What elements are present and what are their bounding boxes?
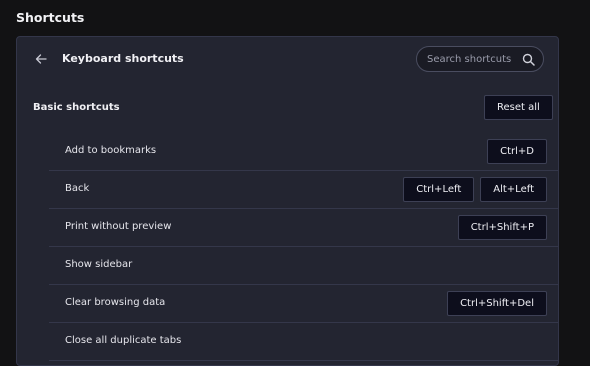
panel-title: Keyboard shortcuts — [62, 52, 184, 65]
shortcut-row: Print without preview Ctrl+Shift+P — [49, 209, 559, 247]
shortcut-keys: Ctrl+Shift+Del — [447, 291, 547, 316]
arrow-left-icon — [35, 54, 47, 64]
shortcut-key-button[interactable]: Ctrl+Left — [403, 177, 475, 202]
shortcut-label: Show sidebar — [65, 259, 133, 270]
keyboard-shortcuts-panel: Keyboard shortcuts Basic shortcuts Reset… — [16, 36, 559, 366]
shortcut-keys: Ctrl+Shift+P — [457, 215, 547, 240]
section-title: Basic shortcuts — [33, 102, 120, 113]
shortcut-row: Back Ctrl+Left Alt+Left — [49, 171, 559, 209]
shortcut-key-button[interactable]: Ctrl+D — [487, 139, 547, 164]
shortcut-row: Clear browsing data Ctrl+Shift+Del — [49, 285, 559, 323]
shortcut-label: Back — [65, 183, 90, 194]
back-button[interactable] — [33, 51, 49, 67]
search-shortcuts-box[interactable] — [416, 46, 544, 72]
shortcut-row: Close all duplicate tabs — [49, 323, 559, 361]
page-title: Shortcuts — [16, 10, 85, 25]
shortcut-key-button[interactable]: Alt+Left — [480, 177, 547, 202]
shortcut-label: Add to bookmarks — [65, 145, 157, 156]
shortcut-key-button[interactable]: Ctrl+Shift+Del — [447, 291, 547, 316]
shortcut-list: Add to bookmarks Ctrl+D Back Ctrl+Left Alt+L… — [49, 133, 559, 361]
shortcut-label: Clear browsing data — [65, 297, 166, 308]
shortcut-keys: Ctrl+Left Alt+Left — [403, 177, 547, 202]
reset-all-button[interactable]: Reset all — [484, 95, 553, 120]
shortcut-label: Print without preview — [65, 221, 172, 232]
shortcut-row: Add to bookmarks Ctrl+D — [49, 133, 559, 171]
shortcut-key-button[interactable]: Ctrl+Shift+P — [457, 215, 547, 240]
shortcut-label: Close all duplicate tabs — [65, 335, 182, 346]
shortcut-row: Show sidebar — [49, 247, 559, 285]
search-input[interactable] — [427, 53, 522, 65]
search-icon[interactable] — [522, 53, 535, 66]
shortcut-keys: Ctrl+D — [487, 139, 547, 164]
